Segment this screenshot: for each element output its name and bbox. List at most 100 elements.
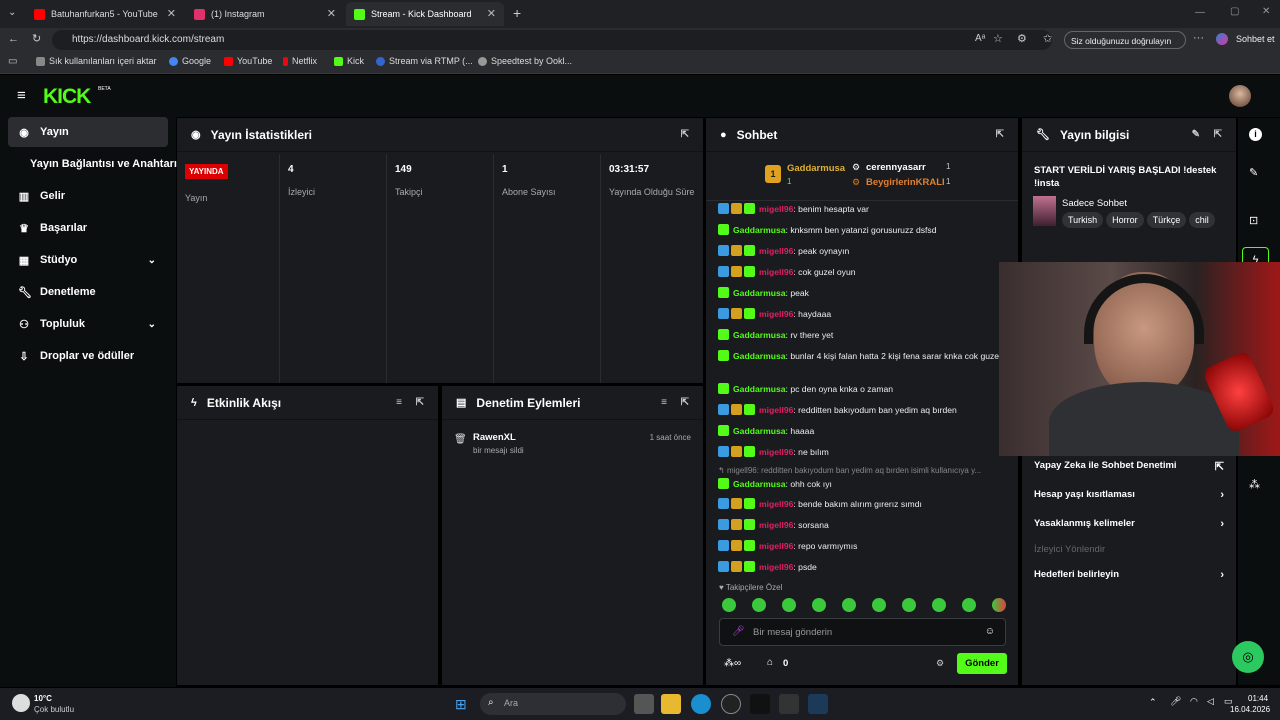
chat-username[interactable]: Gaddarmusa (733, 384, 786, 394)
chat-message[interactable]: migell96: benim hesapta var (718, 203, 1003, 216)
emote-icon[interactable] (872, 598, 886, 612)
sidebar-item-gelir[interactable]: ▥ Gelir (8, 181, 168, 211)
chat-username[interactable]: Gaddarmusa (733, 479, 786, 489)
reply-preview[interactable]: ↰ migell96: redditten bakıyodum ban yedi… (718, 464, 1003, 477)
close-icon[interactable]: ✕ (487, 7, 496, 20)
chat-message[interactable]: migell96: cok guzel oyun (718, 266, 1003, 279)
chat-username[interactable]: Gaddarmusa (733, 351, 786, 361)
tab-youtube[interactable]: Batuhanfurkan5 - YouTube ✕ (26, 2, 184, 26)
favorite-star-icon[interactable]: ☆ (993, 32, 1003, 45)
emote-icon[interactable] (812, 598, 826, 612)
read-aloud-icon[interactable]: Aᵃ (975, 33, 985, 44)
filter-icon[interactable]: ≡ (396, 397, 402, 408)
edge-icon[interactable] (691, 694, 711, 714)
chat-username[interactable]: Gaddarmusa (733, 225, 786, 235)
setting-banned-words[interactable]: Yasaklanmış kelimeler › (1034, 518, 1224, 530)
task-view-icon[interactable] (634, 694, 654, 714)
reading-icon[interactable]: ▭ (8, 56, 17, 67)
bookmark-netflix[interactable]: Netflix (283, 56, 317, 66)
emote-icon[interactable] (932, 598, 946, 612)
chat-message[interactable]: migell96: bende bakım alırım gırerız sım… (718, 498, 1003, 511)
reload-icon[interactable]: ↻ (32, 32, 41, 45)
chat-username[interactable]: migell96 (759, 447, 793, 457)
chat-message[interactable]: Gaddarmusa: ohh cok ıyı (718, 478, 1003, 491)
chat-username[interactable]: migell96 (759, 520, 793, 530)
avatar[interactable] (1229, 85, 1251, 107)
new-tab-icon[interactable]: + (513, 5, 521, 21)
bookmark-rtmp[interactable]: Stream via RTMP (... (376, 56, 473, 66)
tab-list-icon[interactable]: ⌄ (8, 7, 16, 18)
chat-message[interactable]: Gaddarmusa: rv there yet (718, 329, 1003, 342)
chat-settings-icon[interactable]: ⚙ (936, 658, 944, 669)
leader-second-name[interactable]: cerennyasarr (866, 162, 926, 173)
file-explorer-icon[interactable] (661, 694, 681, 714)
send-button[interactable]: Gönder (957, 653, 1007, 674)
setting-ai-moderation[interactable]: Yapay Zeka ile Sohbet Denetimi ⇱ (1034, 460, 1224, 473)
clock-date[interactable]: 16.04.2026 (1230, 705, 1270, 714)
chat-message[interactable]: Gaddarmusa: pc den oyna knka o zaman (718, 383, 1003, 396)
copilot-chat-button[interactable]: Sohbet et (1236, 34, 1275, 44)
chat-username[interactable]: Gaddarmusa (733, 330, 786, 340)
collections-icon[interactable]: ✩ (1043, 32, 1052, 45)
popout-icon[interactable]: ⇱ (996, 129, 1004, 140)
chat-message[interactable]: migell96: haydaaa (718, 308, 1003, 321)
close-icon[interactable]: ✕ (167, 7, 176, 20)
chat-message[interactable]: Gaddarmusa: bunlar 4 kişi falan hatta 2 … (718, 350, 1003, 363)
chat-username[interactable]: migell96 (759, 246, 793, 256)
verify-identity-button[interactable]: Siz olduğunuzu doğrulayın (1064, 31, 1186, 49)
chat-message[interactable]: migell96: ne bılım (718, 446, 1003, 459)
windows-start-icon[interactable]: ⊞ (455, 696, 467, 713)
close-window-icon[interactable]: ✕ (1262, 6, 1270, 17)
chat-username[interactable]: migell96 (759, 499, 793, 509)
chat-username[interactable]: migell96 (759, 405, 793, 415)
kick-taskbar-icon[interactable] (750, 694, 770, 714)
chat-message[interactable]: Gaddarmusa: haaaa (718, 425, 1003, 438)
bookmark-youtube[interactable]: YouTube (224, 56, 272, 66)
chat-message[interactable]: Gaddarmusa: peak (718, 287, 1003, 300)
popout-icon[interactable]: ⇱ (681, 397, 689, 408)
chat-username[interactable]: migell96 (759, 562, 793, 572)
emote-icon[interactable] (842, 598, 856, 612)
category-name[interactable]: Sadece Sohbet (1062, 198, 1127, 209)
epic-games-icon[interactable] (779, 694, 799, 714)
tab-kick-dashboard[interactable]: Stream - Kick Dashboard ✕ (346, 2, 504, 26)
maximize-icon[interactable]: ▢ (1230, 6, 1239, 17)
sidebar-item-basarilar[interactable]: ♛ Başarılar (8, 213, 168, 243)
setting-account-age[interactable]: Hesap yaşı kısıtlaması › (1034, 489, 1224, 501)
pencil-icon[interactable]: ✎ (1249, 166, 1258, 179)
chat-message[interactable]: migell96: sorsana (718, 519, 1003, 532)
filter-icon[interactable]: ≡ (661, 397, 667, 408)
popout-icon[interactable]: ⇱ (681, 129, 689, 140)
info-icon[interactable]: i (1249, 128, 1262, 141)
sidebar-item-denetleme[interactable]: 🔧︎ Denetleme (8, 277, 168, 307)
url-input[interactable]: https://dashboard.kick.com/stream (52, 30, 1052, 50)
emoji-icon[interactable]: ☺ (985, 626, 995, 637)
wifi-icon[interactable]: ◠ (1190, 696, 1198, 707)
chat-username[interactable]: migell96 (759, 309, 793, 319)
emote-icon[interactable] (902, 598, 916, 612)
chat-message[interactable]: migell96: peak oynayın (718, 245, 1003, 258)
sidebar-item-stream-key[interactable]: Yayın Bağlantısı ve Anahtarı (20, 149, 180, 179)
steam-icon[interactable] (808, 694, 828, 714)
emote-icon[interactable] (752, 598, 766, 612)
volume-icon[interactable]: ◁ (1207, 696, 1214, 707)
emote-icon[interactable] (992, 598, 1006, 612)
bot-icon[interactable]: ⊡ (1249, 214, 1258, 227)
sidebar-item-topluluk[interactable]: ⚇ Topluluk ⌄ (8, 309, 168, 339)
extensions-icon[interactable]: ⚙ (1017, 32, 1027, 45)
leader-third-name[interactable]: BeygirlerinKRALI (866, 177, 945, 188)
popout-icon[interactable]: ⇱ (416, 397, 424, 408)
menu-icon[interactable]: ≡ (17, 87, 26, 104)
bookmark-google[interactable]: Google (169, 56, 211, 66)
sidebar-item-droplar[interactable]: ⇩ Droplar ve ödüller (8, 341, 168, 371)
app-icon[interactable] (721, 694, 741, 714)
setting-goals[interactable]: Hedefleri belirleyin › (1034, 569, 1224, 581)
emote-icon[interactable] (722, 598, 736, 612)
clock-time[interactable]: 01:44 (1248, 694, 1268, 703)
close-icon[interactable]: ✕ (327, 7, 336, 20)
chat-message[interactable]: migell96: redditten bakıyodum ban yedim … (718, 404, 1003, 417)
emote-icon[interactable] (962, 598, 976, 612)
tray-mic-icon[interactable]: 🎤︎ (1170, 696, 1181, 707)
popout-icon[interactable]: ⇱ (1214, 129, 1222, 140)
moderation-entry-user[interactable]: RawenXL (473, 432, 516, 443)
